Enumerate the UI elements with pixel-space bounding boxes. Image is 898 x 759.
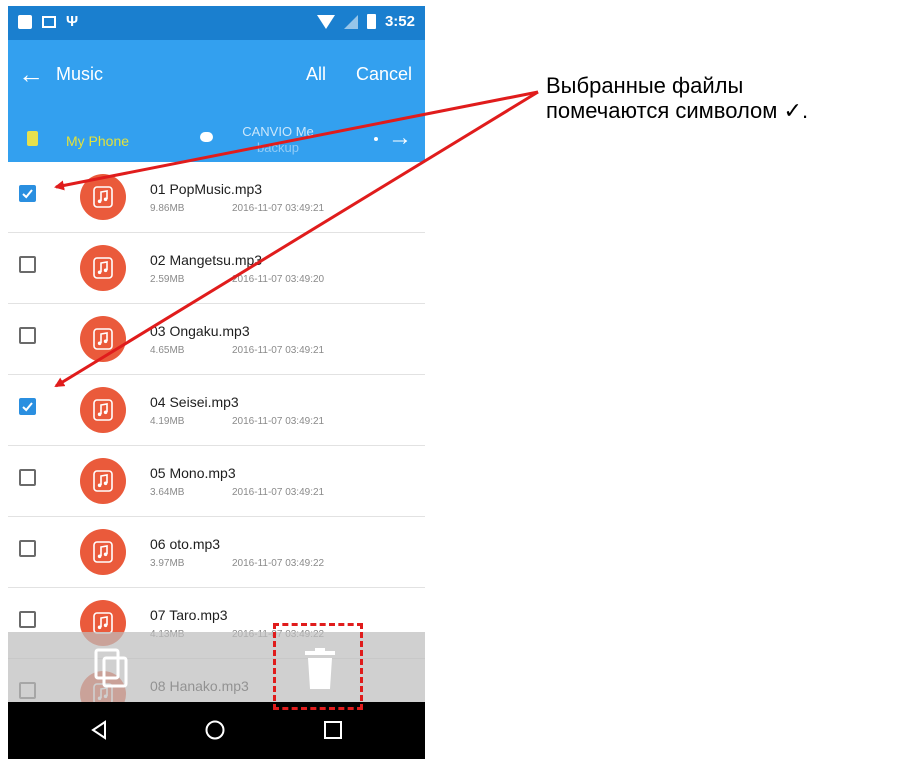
file-list-item[interactable]: 05 Mono.mp3 3.64MB 2016-11-07 03:49:21 xyxy=(8,446,425,517)
signal-icon xyxy=(343,14,358,29)
phone-screen: Ψ 3:52 ← Music All Cancel My Phone CANVI… xyxy=(8,6,425,759)
file-name: 06 oto.mp3 xyxy=(150,536,221,552)
music-note-icon xyxy=(93,541,113,563)
music-file-icon xyxy=(80,458,126,504)
annotation-line-2: помечаются символом ✓. xyxy=(546,98,809,123)
app-bar: ← Music All Cancel My Phone CANVIO Me ba… xyxy=(8,40,425,196)
file-size: 2.59MB xyxy=(150,274,185,285)
file-checkbox[interactable] xyxy=(19,611,36,628)
status-time: 3:52 xyxy=(384,13,415,30)
music-file-icon xyxy=(80,529,126,575)
delete-button[interactable] xyxy=(304,648,336,690)
file-date: 2016-11-07 03:49:21 xyxy=(232,416,325,427)
status-bar-left: Ψ xyxy=(18,13,79,30)
file-name: 01 PopMusic.mp3 xyxy=(150,181,263,197)
back-button[interactable]: ← xyxy=(18,60,44,88)
copy-button[interactable] xyxy=(94,648,128,688)
file-checkbox[interactable] xyxy=(19,327,36,344)
arrow-left-icon: ← xyxy=(18,59,44,89)
file-name: 05 Mono.mp3 xyxy=(150,465,236,481)
file-checkbox[interactable] xyxy=(19,469,36,486)
file-name: 03 Ongaku.mp3 xyxy=(150,323,250,339)
nav-recent-icon xyxy=(324,721,342,739)
music-note-icon xyxy=(93,257,113,279)
tab-my-phone[interactable]: My Phone xyxy=(66,133,129,149)
file-list-item[interactable]: 02 Mangetsu.mp3 2.59MB 2016-11-07 03:49:20 xyxy=(8,233,425,304)
file-date: 2016-11-07 03:49:21 xyxy=(232,203,325,214)
tab-canvio-label-line2: backup xyxy=(257,140,299,155)
nav-home-button[interactable] xyxy=(204,719,226,746)
select-all-button[interactable]: All xyxy=(306,64,326,85)
music-file-icon xyxy=(80,245,126,291)
music-file-icon xyxy=(80,316,126,362)
music-file-icon xyxy=(80,387,126,433)
file-list-item[interactable]: 01 PopMusic.mp3 9.86MB 2016-11-07 03:49:21 xyxy=(8,162,425,233)
file-list[interactable]: 01 PopMusic.mp3 9.86MB 2016-11-07 03:49:21… xyxy=(8,162,425,702)
annotation-line-1: Выбранные файлы xyxy=(546,73,744,98)
nav-back-icon xyxy=(91,720,106,740)
checkmark-icon xyxy=(22,402,33,412)
phone-storage-icon xyxy=(27,131,38,146)
file-size: 3.97MB xyxy=(150,558,185,569)
tab-canvio-backup[interactable]: CANVIO Me backup xyxy=(230,124,326,156)
wifi-icon xyxy=(316,14,335,29)
battery-icon xyxy=(366,14,376,29)
checkmark-icon xyxy=(22,189,33,199)
file-list-item[interactable]: 06 oto.mp3 3.97MB 2016-11-07 03:49:22 xyxy=(8,517,425,588)
external-storage-icon xyxy=(200,132,213,142)
nav-back-button[interactable] xyxy=(88,719,110,746)
cancel-button[interactable]: Cancel xyxy=(356,64,412,85)
music-note-icon xyxy=(93,328,113,350)
image-icon xyxy=(42,16,56,28)
file-name: 02 Mangetsu.mp3 xyxy=(150,252,263,268)
file-list-item[interactable]: 03 Ongaku.mp3 4.65MB 2016-11-07 03:49:21 xyxy=(8,304,425,375)
tab-canvio-label-line1: CANVIO Me xyxy=(242,124,314,139)
usb-icon: Ψ xyxy=(66,13,79,30)
file-size: 4.19MB xyxy=(150,416,185,427)
file-size: 9.86MB xyxy=(150,203,185,214)
copy-icon xyxy=(94,648,128,688)
music-note-icon xyxy=(93,186,113,208)
music-note-icon xyxy=(93,399,113,421)
music-file-icon xyxy=(80,174,126,220)
file-date: 2016-11-07 03:49:21 xyxy=(232,487,325,498)
file-list-item[interactable]: 04 Seisei.mp3 4.19MB 2016-11-07 03:49:21 xyxy=(8,375,425,446)
music-note-icon xyxy=(93,470,113,492)
status-bar-right: 3:52 xyxy=(316,13,415,30)
file-name: 04 Seisei.mp3 xyxy=(150,394,239,410)
annotation-callout: Выбранные файлы помечаются символом ✓. xyxy=(546,73,891,123)
file-date: 2016-11-07 03:49:21 xyxy=(232,345,325,356)
navigation-bar xyxy=(8,702,425,759)
file-checkbox[interactable] xyxy=(19,185,36,202)
manual-page: Ψ 3:52 ← Music All Cancel My Phone CANVI… xyxy=(0,0,898,759)
nav-home-icon xyxy=(205,720,225,740)
file-date: 2016-11-07 03:49:22 xyxy=(232,558,325,569)
tab-scroll-dot-icon xyxy=(374,137,378,141)
status-bar: Ψ 3:52 xyxy=(8,6,425,40)
file-checkbox[interactable] xyxy=(19,256,36,273)
file-checkbox[interactable] xyxy=(19,398,36,415)
tab-scroll-arrow-icon[interactable]: → xyxy=(388,126,412,150)
page-title: Music xyxy=(56,64,104,84)
file-size: 4.65MB xyxy=(150,345,185,356)
nav-recent-button[interactable] xyxy=(322,719,344,746)
file-checkbox[interactable] xyxy=(19,540,36,557)
file-name: 07 Taro.mp3 xyxy=(150,607,228,623)
notification-square-icon xyxy=(18,15,32,29)
file-size: 3.64MB xyxy=(150,487,185,498)
action-bar xyxy=(8,632,425,702)
file-date: 2016-11-07 03:49:20 xyxy=(232,274,325,285)
trash-icon xyxy=(305,648,335,689)
